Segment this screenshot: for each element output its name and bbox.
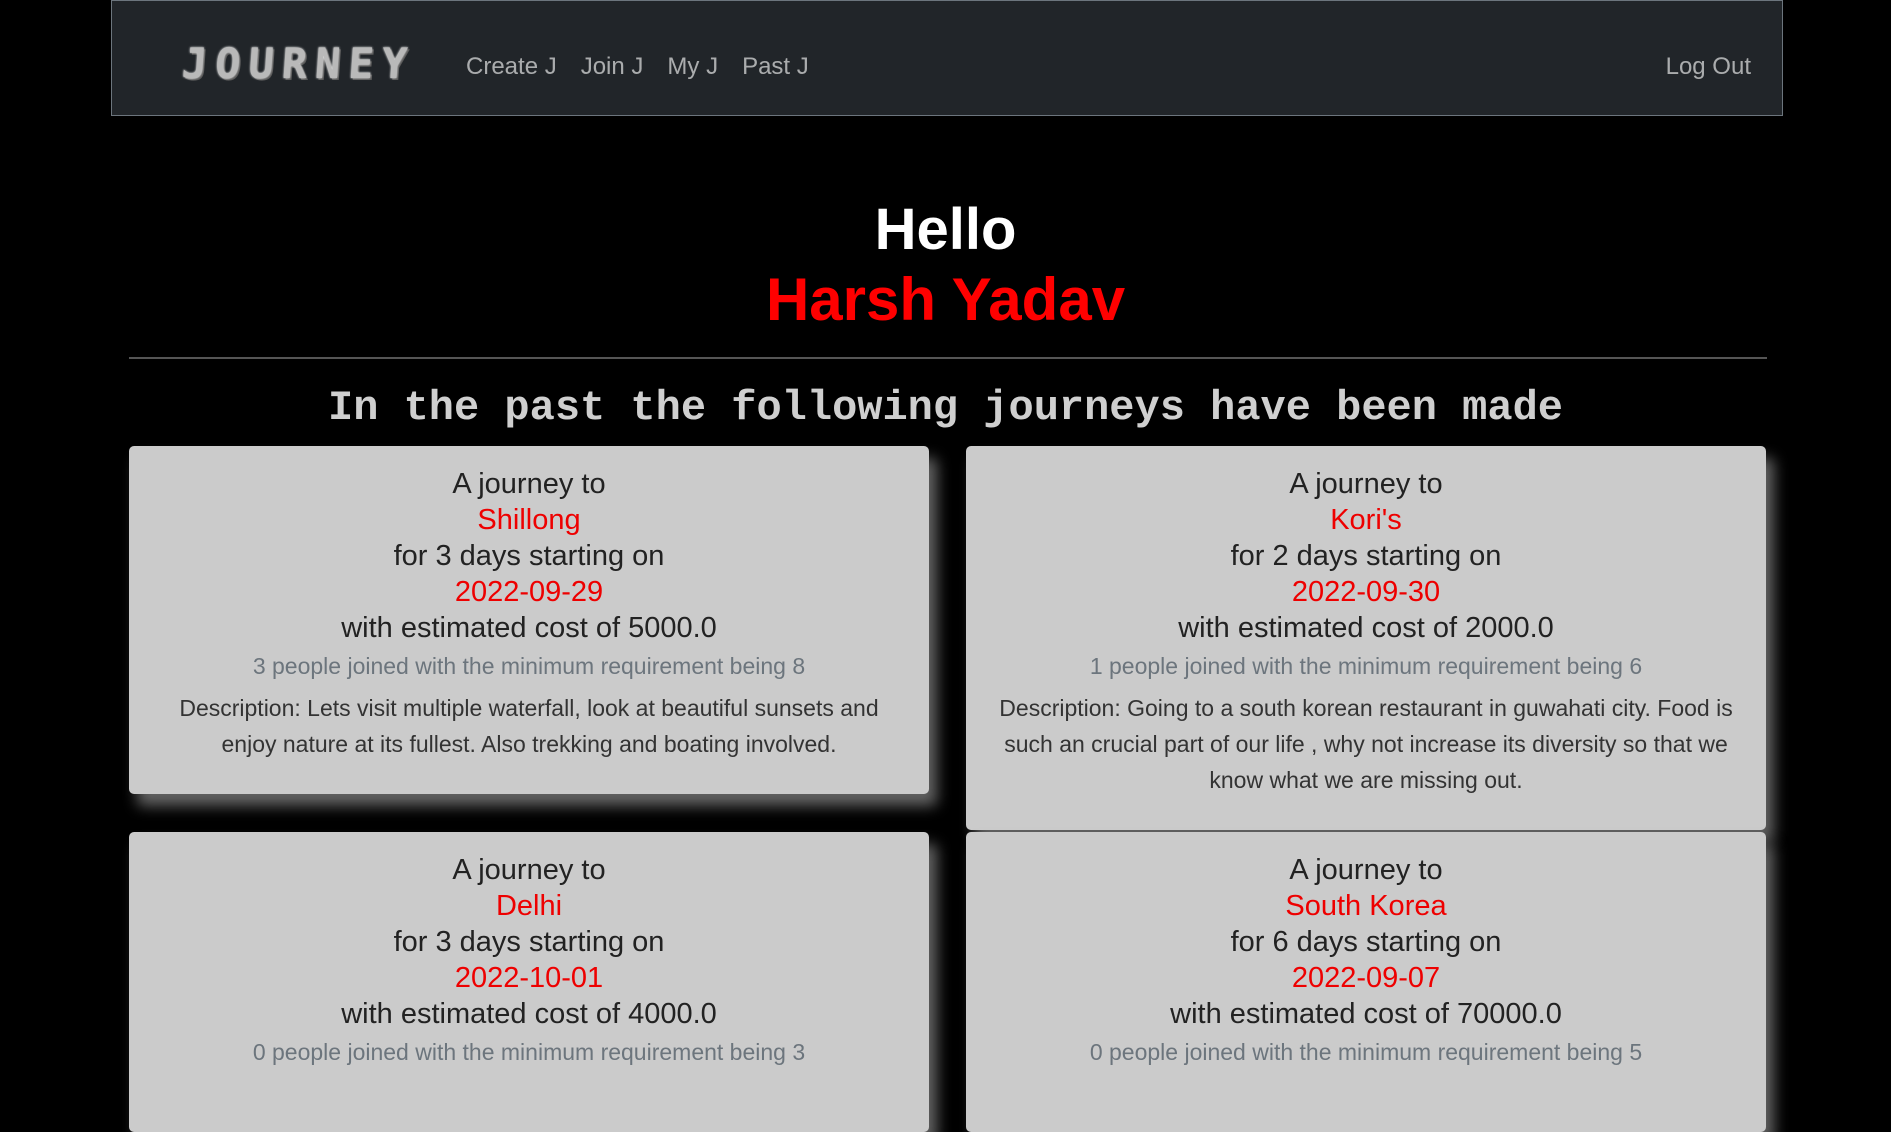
journey-intro: A journey to (452, 854, 606, 886)
journey-people: 1 people joined with the minimum require… (1089, 653, 1643, 679)
journey-people: 0 people joined with the minimum require… (252, 1039, 806, 1065)
journey-start-date: 2022-10-01 (454, 962, 604, 994)
journey-cost: with estimated cost of 4000.0 (341, 998, 717, 1030)
journey-description: Description: Going to a south korean res… (999, 695, 1733, 793)
journey-destination: Kori's (1330, 504, 1402, 536)
journey-start-date: 2022-09-30 (1291, 576, 1441, 608)
nav-links: Create J Join J My J Past J (466, 53, 809, 81)
journey-card: A journey to South Korea for 6 days star… (966, 832, 1766, 1132)
journey-duration: for 2 days starting on (1230, 540, 1502, 572)
greeting-hello: Hello (874, 197, 1017, 262)
journey-intro: A journey to (1289, 468, 1443, 500)
journey-destination: South Korea (1285, 890, 1447, 922)
journey-intro: A journey to (1289, 854, 1443, 886)
nav-link-my-j[interactable]: My J (667, 53, 718, 81)
journey-card: A journey to Kori's for 2 days starting … (966, 446, 1766, 830)
journey-duration: for 6 days starting on (1230, 926, 1502, 958)
greeting-username: Harsh Yadav (765, 266, 1126, 333)
journey-destination: Delhi (495, 890, 563, 922)
section-heading: In the past the following journeys have … (327, 384, 1563, 432)
divider (129, 357, 1767, 359)
journey-destination: Shillong (477, 504, 581, 536)
journey-cost: with estimated cost of 70000.0 (1170, 998, 1562, 1030)
journey-start-date: 2022-09-07 (1291, 962, 1441, 994)
journey-logo[interactable]: JOURNEY (180, 39, 416, 88)
journey-card: A journey to Shillong for 3 days startin… (129, 446, 929, 794)
journey-cost: with estimated cost of 2000.0 (1178, 612, 1554, 644)
nav-link-join-j[interactable]: Join J (581, 53, 644, 81)
journey-description: Description: Lets visit multiple waterfa… (179, 695, 879, 757)
journey-card: A journey to Delhi for 3 days starting o… (129, 832, 929, 1132)
journey-intro: A journey to (452, 468, 606, 500)
logout-link[interactable]: Log Out (1666, 53, 1751, 81)
journey-people: 0 people joined with the minimum require… (1089, 1039, 1643, 1065)
journey-duration: for 3 days starting on (393, 926, 665, 958)
nav-link-create-j[interactable]: Create J (466, 53, 557, 81)
nav-link-past-j[interactable]: Past J (742, 53, 809, 81)
navbar: JOURNEY Create J Join J My J Past J Log … (111, 0, 1783, 116)
journey-cost: with estimated cost of 5000.0 (341, 612, 717, 644)
journey-start-date: 2022-09-29 (454, 576, 604, 608)
journey-duration: for 3 days starting on (393, 540, 665, 572)
journey-people: 3 people joined with the minimum require… (252, 653, 806, 679)
